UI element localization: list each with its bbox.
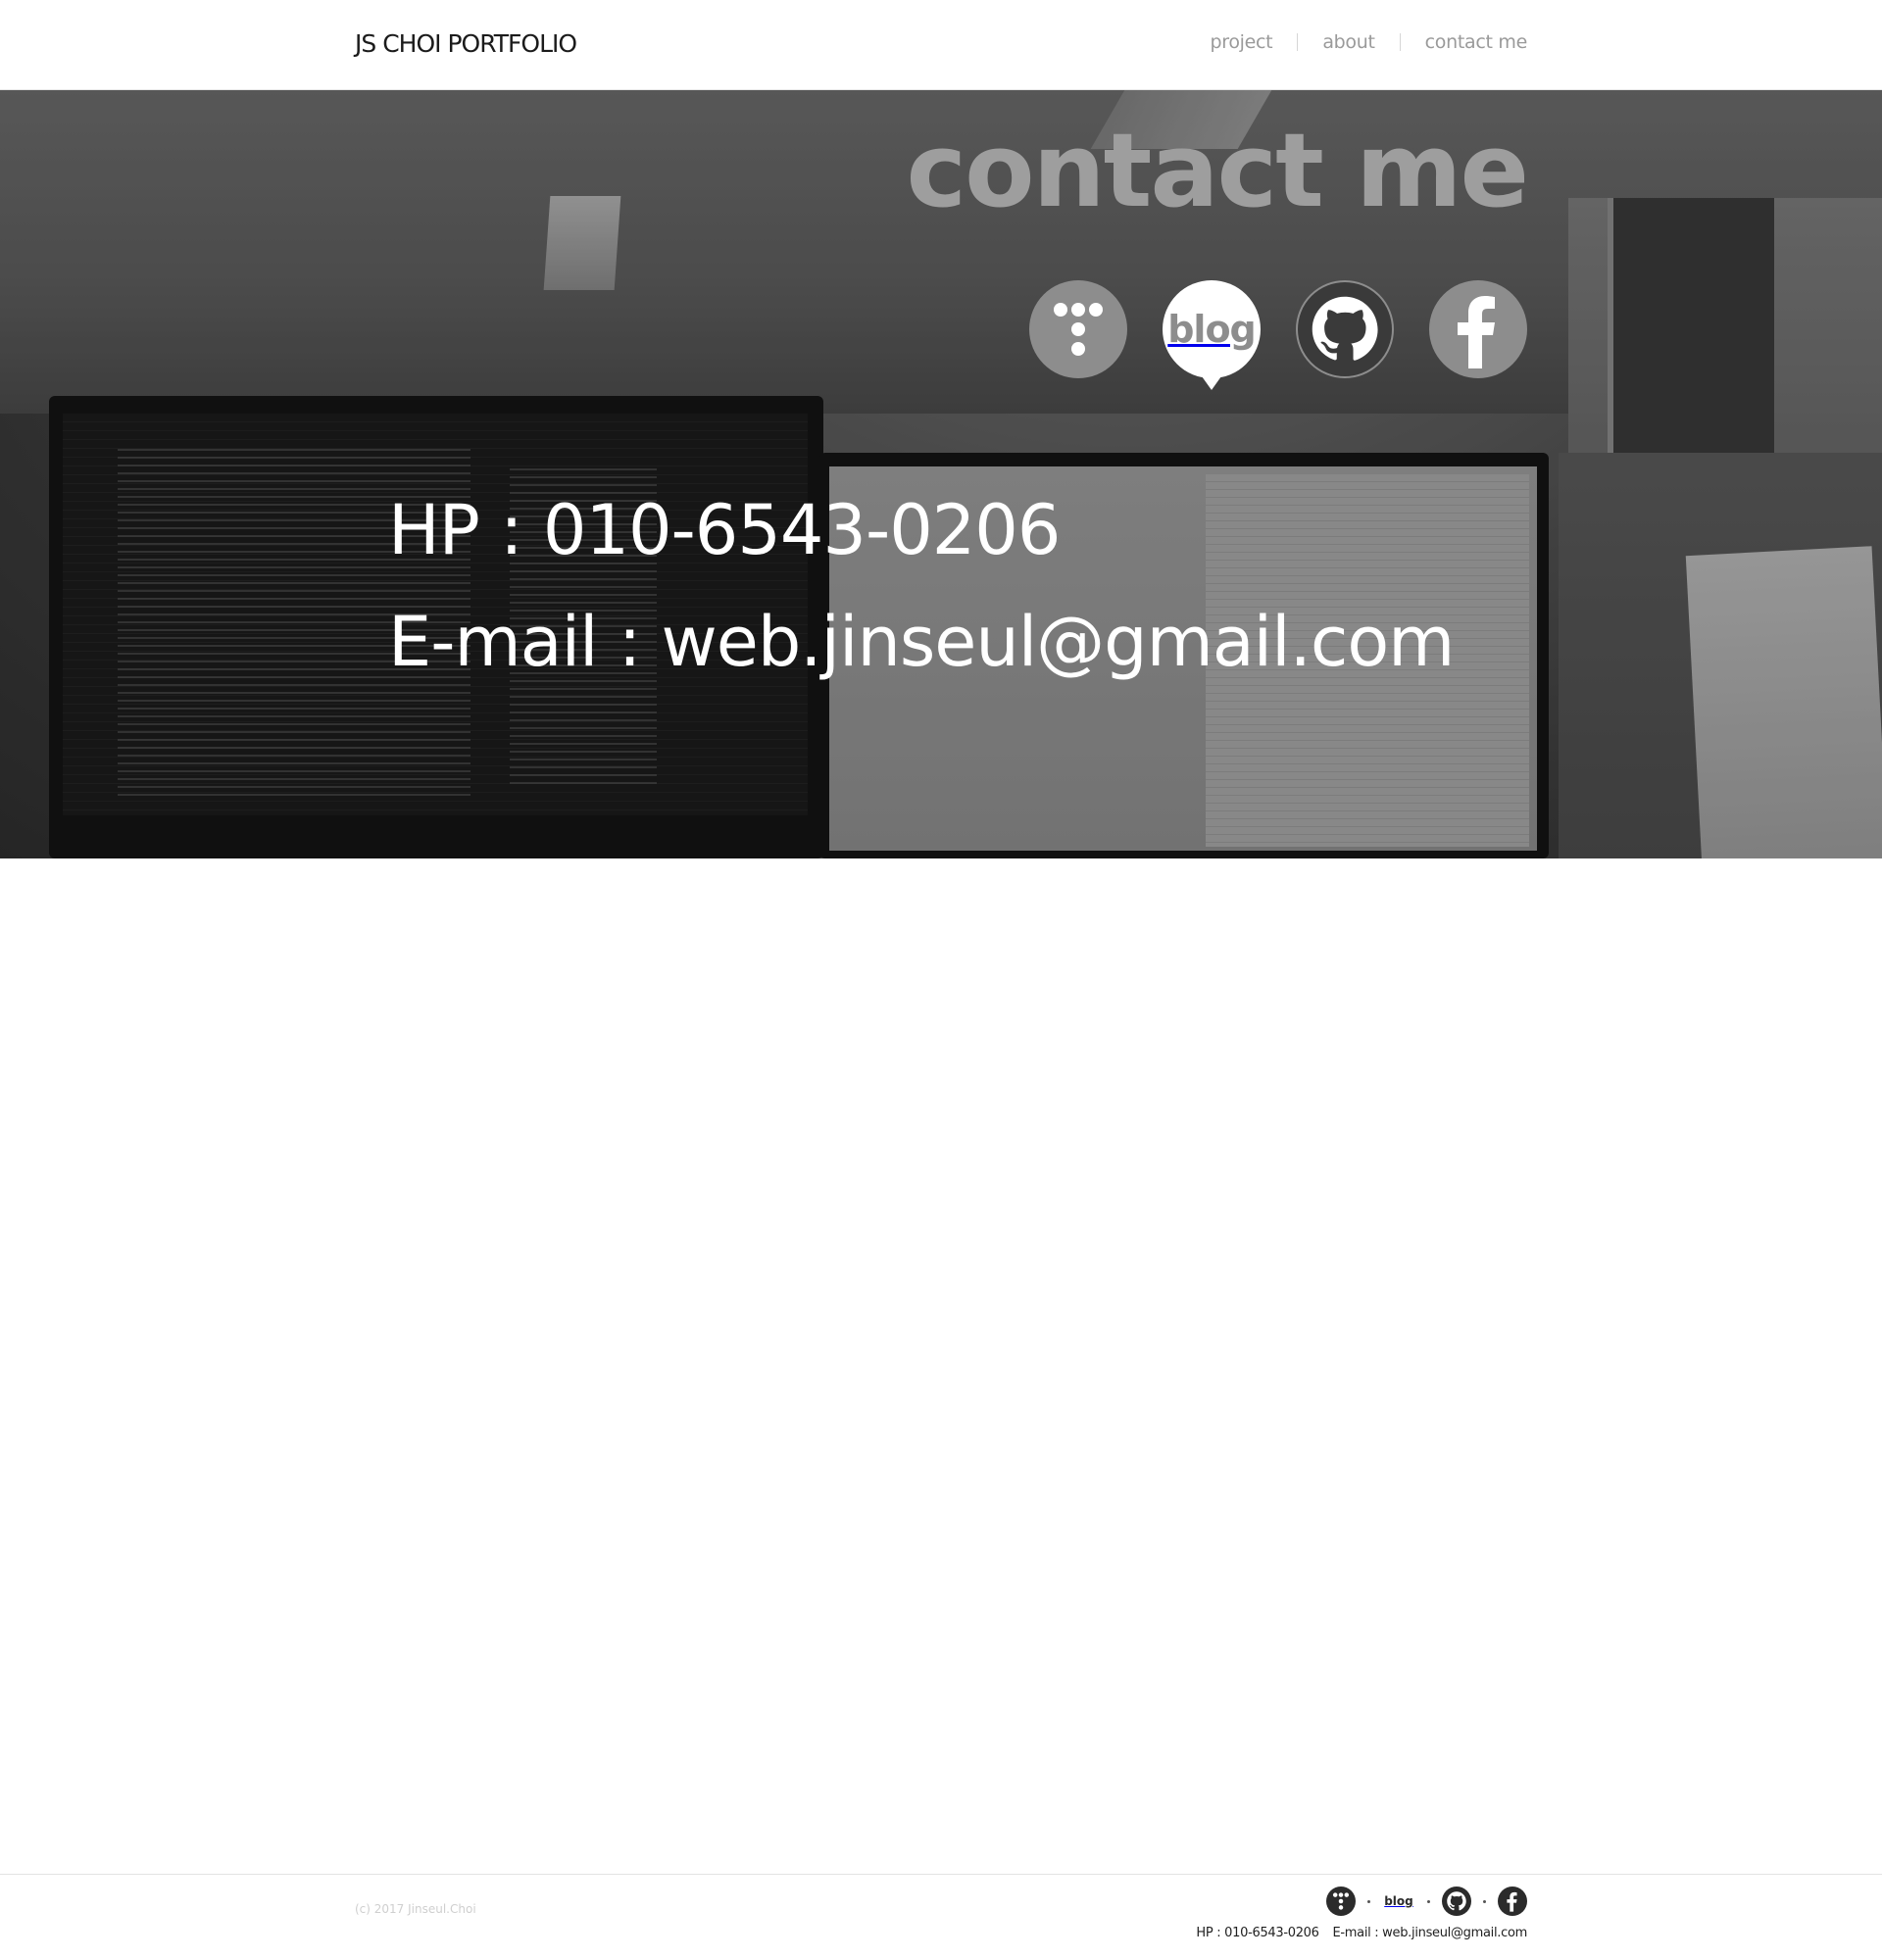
main-nav: project about contact me	[1185, 31, 1527, 53]
footer-social-links: blog	[1326, 1886, 1527, 1916]
nav-project[interactable]: project	[1185, 31, 1297, 53]
copyright-text: (c) 2017 Jinseul.Choi	[355, 1902, 476, 1916]
footer-phone: HP : 010-6543-0206	[1196, 1926, 1319, 1940]
email-address[interactable]: E-mail : web.jinseul@gmail.com	[388, 586, 1455, 698]
social-links: blog	[1029, 280, 1527, 390]
site-footer: (c) 2017 Jinseul.Choi blog HP: 010-6543…	[0, 1874, 1882, 1960]
contact-hero: contact me blog HP : 010-6543-0206 E-mai…	[0, 90, 1882, 858]
nav-about[interactable]: about	[1298, 31, 1399, 53]
site-logo[interactable]: JS CHOI PORTFOLIO	[355, 29, 577, 58]
blog-icon[interactable]: blog	[1382, 1886, 1415, 1916]
facebook-icon[interactable]	[1429, 280, 1527, 378]
contact-details: HP : 010-6543-0206 E-mail : web.jinseul@…	[388, 474, 1455, 698]
github-icon[interactable]	[1442, 1886, 1471, 1916]
page-title: contact me	[906, 111, 1529, 230]
tistory-icon[interactable]	[1326, 1886, 1356, 1916]
blog-icon[interactable]: blog	[1163, 280, 1261, 390]
site-header: JS CHOI PORTFOLIO project about contact …	[0, 0, 1882, 90]
phone-number: HP : 010-6543-0206	[388, 490, 1061, 570]
footer-contact: HP : 010-6543-0206 E-mail : web.jinseul@…	[1196, 1926, 1527, 1940]
footer-email[interactable]: E-mail : web.jinseul@gmail.com	[1332, 1926, 1527, 1940]
github-icon[interactable]	[1296, 280, 1394, 378]
facebook-icon[interactable]	[1498, 1886, 1527, 1916]
nav-contact-me[interactable]: contact me	[1401, 31, 1528, 53]
tistory-icon[interactable]	[1029, 280, 1127, 378]
